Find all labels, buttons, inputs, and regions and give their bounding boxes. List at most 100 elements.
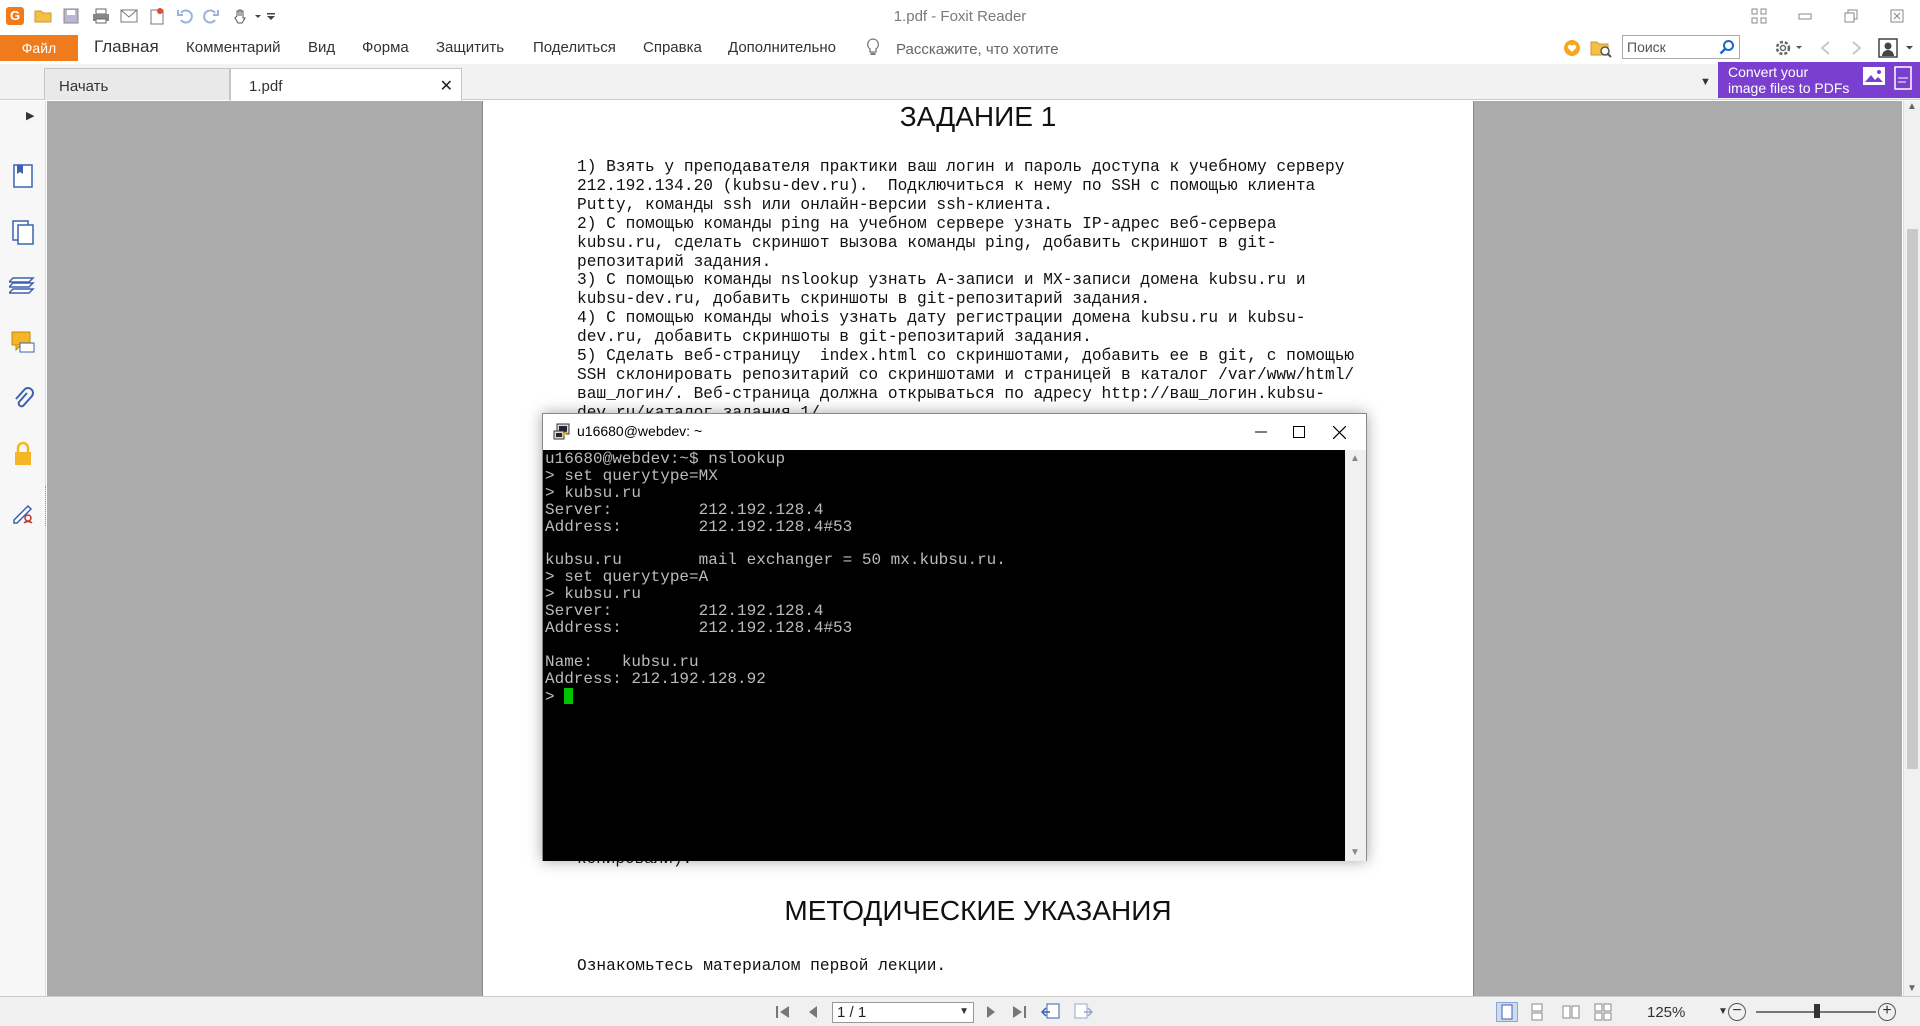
next-page-icon[interactable]	[980, 1003, 1002, 1021]
task-line: 3) С помощью команды nslookup узнать A-з…	[577, 271, 1306, 290]
settings-gear-icon[interactable]	[1774, 39, 1804, 60]
zoom-slider-thumb[interactable]	[1814, 1004, 1820, 1018]
task-line: SSH склонировать репозитарий со скриншот…	[577, 365, 1355, 384]
convert-promo-banner[interactable]: Convert your image files to PDFs	[1718, 62, 1920, 98]
menu-form[interactable]: Форма	[362, 39, 409, 56]
signatures-icon[interactable]	[8, 497, 38, 527]
close-tab-icon[interactable]: ✕	[440, 76, 453, 96]
page-number-box[interactable]: ▼	[832, 1002, 974, 1023]
zoom-level[interactable]: 125%	[1647, 1004, 1685, 1021]
page-dropdown-icon[interactable]: ▼	[959, 1006, 969, 1017]
image-icon	[1862, 66, 1886, 95]
terminal-line: > set querytype=MX	[545, 466, 718, 485]
security-lock-icon[interactable]	[8, 439, 38, 469]
tell-me-label: Расскажите, что хотите	[896, 40, 1059, 58]
menu-comments[interactable]: Комментарий	[186, 39, 280, 56]
terminal-line: kubsu.ru mail exchanger = 50 mx.kubsu.ru…	[545, 551, 1006, 570]
tell-me-field[interactable]: Расскажите, что хотите	[866, 38, 1059, 60]
layers-icon[interactable]	[8, 272, 38, 302]
title-bar: G 1.pdf - Foxit Reader	[0, 0, 1920, 32]
task-line: ваш_логин/. Веб-страница должна открыват…	[577, 384, 1325, 403]
terminal-scroll-down-icon[interactable]: ▼	[1350, 847, 1360, 858]
first-page-icon[interactable]	[772, 1003, 794, 1021]
task-line: Putty, команды ssh или онлайн-версии ssh…	[577, 195, 1053, 214]
menu-view[interactable]: Вид	[308, 39, 335, 56]
task-line: 212.192.134.20 (kubsu-dev.ru). Подключит…	[577, 176, 1316, 195]
lightbulb-icon	[866, 38, 886, 60]
navigation-panel: ▶	[0, 101, 46, 996]
menu-extra[interactable]: Дополнительно	[728, 39, 836, 56]
bookmarks-icon[interactable]	[8, 161, 38, 191]
putty-title-bar[interactable]: u16680@webdev: ~	[543, 414, 1366, 450]
putty-icon[interactable]	[553, 423, 571, 441]
menu-file[interactable]: Файл	[0, 35, 78, 61]
single-page-view-icon[interactable]	[1496, 1002, 1518, 1022]
tab-start[interactable]: Начать	[44, 68, 230, 100]
zoom-dropdown-icon[interactable]: ▼	[1718, 1006, 1728, 1017]
previous-view-icon[interactable]	[1040, 1003, 1062, 1021]
terminal-line: Address: 212.192.128.4#53	[545, 517, 853, 536]
search-folder-icon[interactable]	[1590, 38, 1612, 61]
putty-terminal-window[interactable]: u16680@webdev: ~ u16680@webdev:~$ nslook…	[542, 413, 1367, 861]
page-number-input[interactable]	[837, 1004, 947, 1021]
pages-thumbnails-icon[interactable]	[8, 217, 38, 247]
scrollbar-thumb[interactable]	[1907, 229, 1918, 769]
task-line: dev.ru, добавить скриншоты в git-репозит…	[577, 328, 1092, 347]
continuous-facing-view-icon[interactable]	[1592, 1002, 1614, 1022]
continuous-view-icon[interactable]	[1526, 1002, 1548, 1022]
terminal-cursor	[564, 687, 574, 704]
zoom-out-button[interactable]: −	[1728, 1003, 1746, 1021]
terminal-scrollbar[interactable]: ▲ ▼	[1345, 450, 1366, 861]
scroll-up-arrow-icon[interactable]: ▲	[1907, 101, 1917, 112]
ribbon-options-icon[interactable]	[1746, 4, 1772, 28]
next-view-icon[interactable]	[1072, 1003, 1094, 1021]
scroll-down-arrow-icon[interactable]: ▼	[1907, 983, 1917, 994]
terminal-line: Server: 212.192.128.4	[545, 500, 824, 519]
putty-minimize-button[interactable]	[1241, 420, 1281, 444]
favorite-icon[interactable]	[1562, 38, 1582, 61]
terminal-line: > kubsu.ru	[545, 483, 642, 502]
expand-panel-icon[interactable]: ▶	[26, 109, 34, 122]
window-title: 1.pdf - Foxit Reader	[893, 8, 1027, 25]
tab-list-dropdown-icon[interactable]: ▼	[1700, 76, 1711, 88]
terminal-output: u16680@webdev:~$ nslookup > set querytype…	[545, 451, 1006, 706]
menu-help[interactable]: Справка	[643, 39, 702, 56]
methods-text: Ознакомьтесь материалом первой лекции.	[577, 957, 947, 975]
search-input[interactable]	[1627, 38, 1713, 56]
attachments-icon[interactable]	[8, 384, 38, 414]
terminal-line: Address: 212.192.128.4#53	[545, 619, 853, 638]
task-line: 1) Взять у преподавателя практики ваш ло…	[577, 158, 1345, 176]
terminal-screen[interactable]: u16680@webdev:~$ nslookup > set querytype…	[543, 450, 1345, 861]
comments-icon[interactable]	[8, 327, 38, 357]
terminal-line: Address: 212.192.128.92	[545, 669, 766, 688]
terminal-line: > kubsu.ru	[545, 585, 642, 604]
document-scrollbar[interactable]: ▲ ▼	[1903, 101, 1920, 996]
next-view-icon[interactable]	[1850, 40, 1864, 59]
terminal-line: u16680@webdev:~$ nslookup	[545, 450, 786, 468]
user-account-icon[interactable]	[1878, 38, 1918, 61]
terminal-scroll-up-icon[interactable]: ▲	[1350, 453, 1360, 464]
facing-view-icon[interactable]	[1560, 1002, 1582, 1022]
terminal-line: > set querytype=A	[545, 568, 709, 587]
document-tabs-bar: Начать 1.pdf ✕ ▼	[0, 64, 1920, 101]
last-page-icon[interactable]	[1008, 1003, 1030, 1021]
tab-1-pdf[interactable]: 1.pdf ✕	[230, 68, 462, 101]
menu-protect[interactable]: Защитить	[436, 39, 504, 56]
task-heading: ЗАДАНИЕ 1	[899, 101, 1057, 132]
search-box[interactable]	[1622, 35, 1740, 59]
putty-maximize-button[interactable]	[1279, 420, 1319, 444]
zoom-in-button[interactable]: +	[1878, 1003, 1896, 1021]
restore-button[interactable]	[1838, 4, 1864, 28]
menu-home[interactable]: Главная	[94, 37, 159, 57]
previous-view-icon[interactable]	[1818, 40, 1832, 59]
status-bar: ▼ 125% ▼ − +	[0, 996, 1920, 1026]
putty-close-button[interactable]	[1319, 420, 1359, 444]
tab-1-pdf-label: 1.pdf	[249, 78, 283, 95]
minimize-button[interactable]	[1792, 4, 1818, 28]
menu-share[interactable]: Поделиться	[533, 39, 616, 56]
previous-page-icon[interactable]	[802, 1003, 824, 1021]
close-window-button[interactable]	[1884, 4, 1910, 28]
task-line: kubsu.ru, сделать скриншот вызова команд…	[577, 233, 1277, 252]
search-icon[interactable]	[1717, 37, 1737, 57]
